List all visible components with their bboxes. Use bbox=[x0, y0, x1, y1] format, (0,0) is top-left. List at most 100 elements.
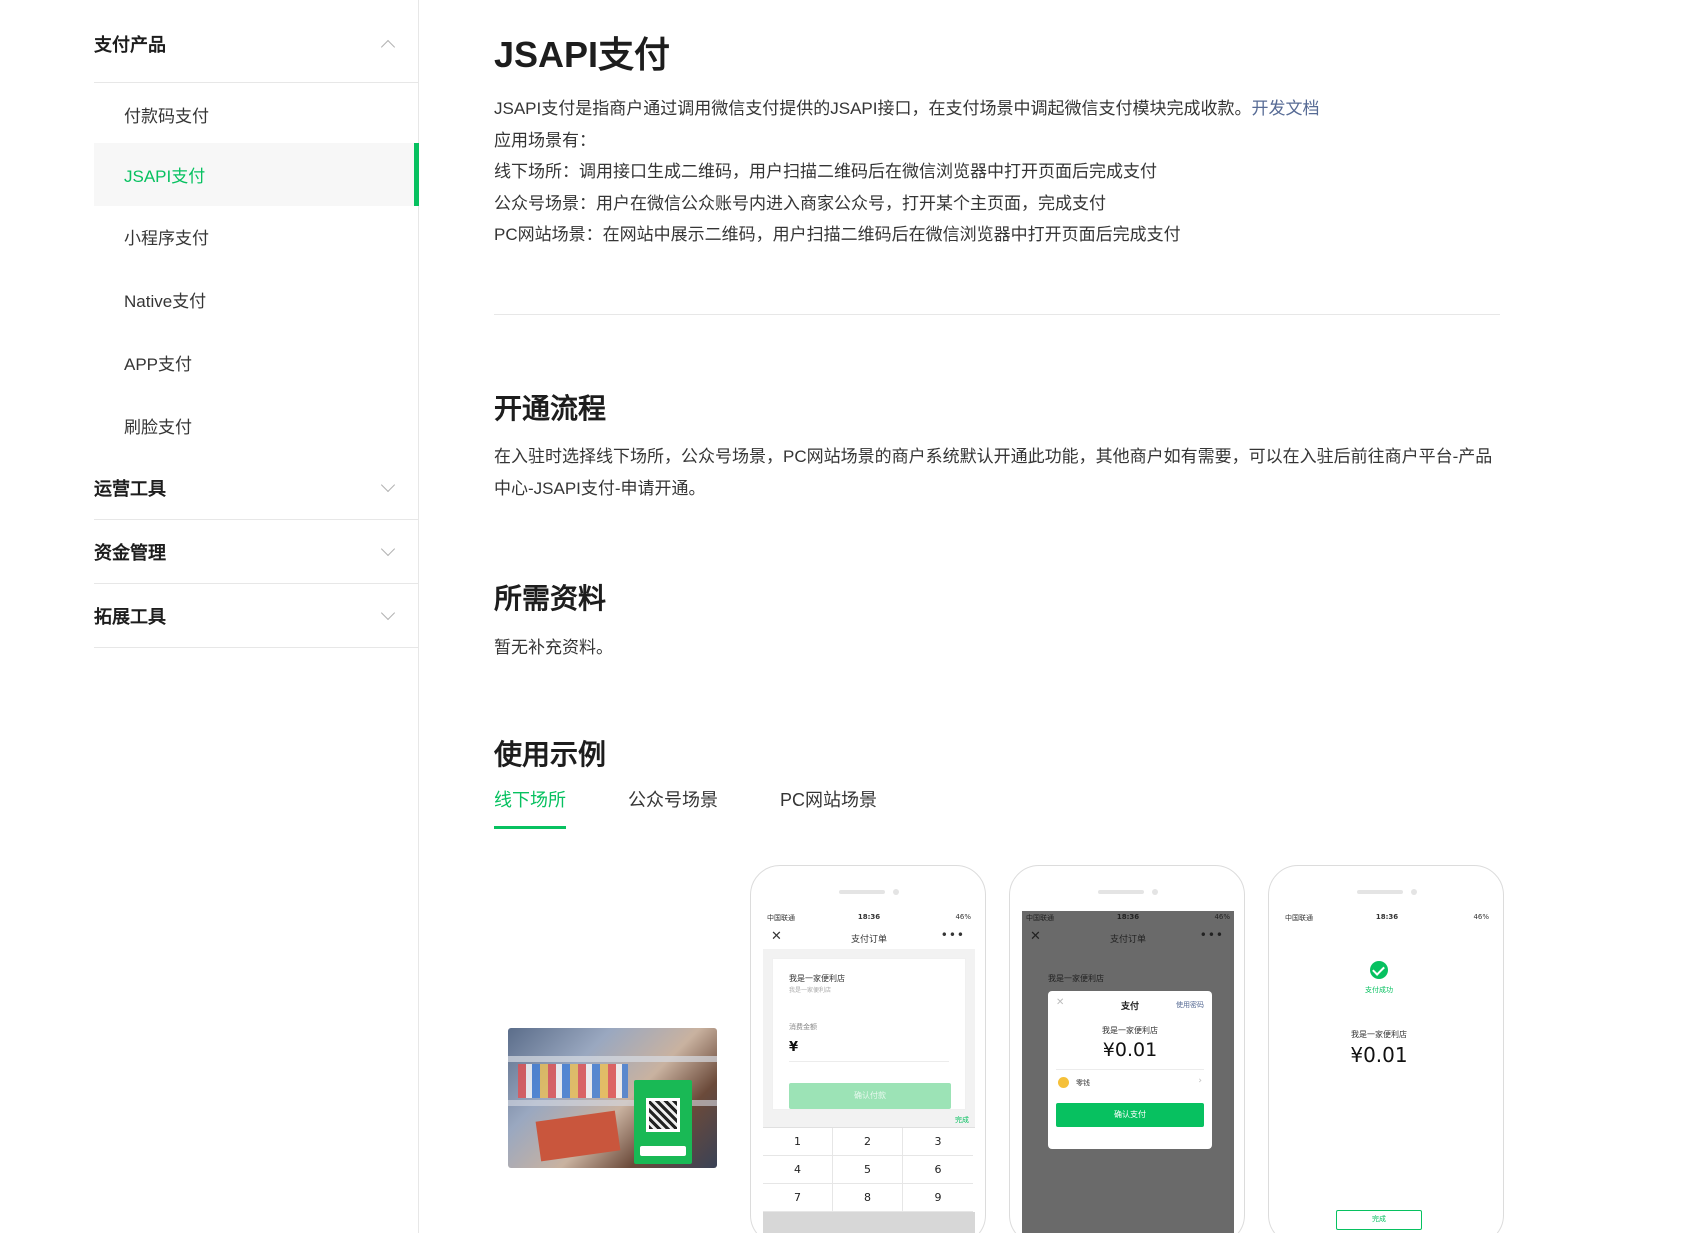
chevron-right-icon: › bbox=[1198, 1076, 1202, 1086]
status-bar: 中国联通 18:36 46% bbox=[1022, 911, 1234, 925]
amount-underline bbox=[789, 1061, 949, 1062]
phone-nav-bar: ✕ 支付订单 ••• bbox=[1022, 927, 1234, 949]
keypad-bottom-row bbox=[763, 1212, 975, 1233]
payment-modal: ✕ 支付 使用密码 我是一家便利店 ¥0.01 零钱 › 确认支付 bbox=[1048, 991, 1212, 1149]
sidebar-group-label: 拓展工具 bbox=[94, 607, 166, 627]
battery-text: 46% bbox=[955, 913, 971, 921]
sidebar-group-header[interactable]: 运营工具 bbox=[94, 457, 419, 520]
sidebar-item-native-pay[interactable]: Native支付 bbox=[94, 268, 419, 331]
shop-name: 我是一家便利店 bbox=[1048, 974, 1104, 983]
phone-screen: 中国联通 18:36 46% ✕ 支付订单 ••• 我是一家便利店 我是一家便利… bbox=[763, 911, 975, 1233]
scene-item: 线下场所：调用接口生成二维码，用户扫描二维码后在微信浏览器中打开页面后完成支付 bbox=[494, 162, 1157, 181]
phone-nav-bar: ✕ 支付订单 ••• bbox=[763, 927, 975, 949]
phone-screen: 中国联通 18:36 46% ✕ 支付订单 ••• 我是一家便利店 ✕ 支付 使… bbox=[1022, 911, 1234, 1233]
scene-item: 公众号场景：用户在微信公众账号内进入商家公众号，打开某个主页面，完成支付 bbox=[494, 193, 1106, 213]
status-bar: 中国联通 18:36 46% bbox=[1281, 911, 1493, 925]
chevron-down-icon bbox=[380, 541, 396, 557]
shelf-products bbox=[518, 1064, 628, 1098]
sidebar-group-label: 运营工具 bbox=[94, 479, 166, 499]
sidebar-item-face-pay[interactable]: 刷脸支付 bbox=[94, 394, 419, 457]
wechat-pay-label bbox=[640, 1146, 686, 1156]
phone-mockup-pay-modal: 中国联通 18:36 46% ✕ 支付订单 ••• 我是一家便利店 ✕ 支付 使… bbox=[1009, 865, 1245, 1233]
sidebar-item-label: Native支付 bbox=[124, 292, 207, 311]
page-title: JSAPI支付 bbox=[494, 34, 671, 75]
phone-camera bbox=[893, 889, 899, 895]
store-counter-photo bbox=[508, 1028, 717, 1168]
sidebar-group-extensions[interactable]: 拓展工具 bbox=[94, 585, 419, 648]
sidebar-nav: 支付产品 付款码支付 JSAPI支付 小程序支付 Native支付 APP支付 … bbox=[0, 0, 419, 1233]
examples-heading: 使用示例 bbox=[494, 739, 607, 770]
sidebar-item-jsapi-pay[interactable]: JSAPI支付 bbox=[94, 143, 419, 206]
coin-icon bbox=[1058, 1077, 1069, 1088]
sidebar-group-label: 资金管理 bbox=[94, 543, 166, 563]
sidebar-group-header[interactable]: 拓展工具 bbox=[94, 585, 419, 648]
chevron-down-icon bbox=[380, 477, 396, 493]
sidebar-group-products[interactable]: 支付产品 bbox=[94, 6, 419, 83]
phone-screen: 中国联通 18:36 46% 支付成功 我是一家便利店 ¥0.01 完成 bbox=[1281, 911, 1493, 1233]
success-check-icon bbox=[1370, 961, 1388, 979]
status-bar: 中国联通 18:36 46% bbox=[763, 911, 975, 925]
materials-heading: 所需资料 bbox=[494, 583, 607, 614]
phone-camera bbox=[1152, 889, 1158, 895]
qr-code-icon bbox=[646, 1098, 680, 1132]
modal-shop-name: 我是一家便利店 bbox=[1102, 1026, 1158, 1035]
keyboard-done-link: 完成 bbox=[955, 1116, 969, 1124]
tab-offline[interactable]: 线下场所 bbox=[494, 786, 566, 812]
phone-mockup-success: 中国联通 18:36 46% 支付成功 我是一家便利店 ¥0.01 完成 bbox=[1268, 865, 1504, 1233]
yen-symbol: ¥ bbox=[789, 1040, 799, 1055]
clock-text: 18:36 bbox=[857, 913, 881, 921]
shop-subtitle: 我是一家便利店 bbox=[789, 987, 832, 994]
clock-text: 18:36 bbox=[1375, 913, 1399, 921]
use-password-link: 使用密码 bbox=[1176, 1001, 1204, 1009]
example-tabs: 线下场所 公众号场景 PC网站场景 bbox=[494, 786, 1094, 830]
sidebar-group-operations[interactable]: 运营工具 bbox=[94, 457, 419, 520]
sidebar-group-header[interactable]: 资金管理 bbox=[94, 521, 419, 584]
sidebar-item-barcode-pay[interactable]: 付款码支付 bbox=[94, 83, 419, 146]
scenes-label: 应用场景有： bbox=[494, 130, 596, 150]
sidebar-item-app-pay[interactable]: APP支付 bbox=[94, 331, 419, 394]
modal-amount: ¥0.01 bbox=[1102, 1039, 1158, 1061]
sidebar-item-label: 付款码支付 bbox=[124, 107, 209, 126]
process-text: 在入驻时选择线下场所，公众号场景，PC网站场景的商户系统默认开通此功能，其他商户… bbox=[494, 447, 1493, 498]
sidebar-item-label: JSAPI支付 bbox=[124, 167, 206, 186]
intro-text: JSAPI支付是指商户通过调用微信支付提供的JSAPI接口，在支付场景中调起微信… bbox=[494, 99, 1252, 118]
keypad-key: 8 bbox=[833, 1184, 903, 1212]
sidebar-item-label: 小程序支付 bbox=[124, 229, 209, 248]
battery-text: 46% bbox=[1473, 913, 1489, 921]
sidebar-item-miniprogram-pay[interactable]: 小程序支付 bbox=[94, 205, 419, 268]
keypad-key: 4 bbox=[763, 1156, 833, 1184]
sidebar-group-funds[interactable]: 资金管理 bbox=[94, 521, 419, 584]
phone-camera bbox=[1411, 889, 1417, 895]
keypad-key: 5 bbox=[833, 1156, 903, 1184]
payment-method-label: 零钱 bbox=[1076, 1079, 1090, 1087]
battery-text: 46% bbox=[1214, 913, 1230, 921]
dev-docs-link[interactable]: 开发文档 bbox=[1251, 99, 1319, 118]
shop-name: 我是一家便利店 bbox=[1351, 1030, 1407, 1039]
shop-name: 我是一家便利店 bbox=[789, 974, 845, 983]
sidebar-group-label: 支付产品 bbox=[94, 35, 166, 55]
phone-speaker bbox=[1098, 890, 1144, 894]
materials-text: 暂无补充资料。 bbox=[494, 638, 613, 657]
clock-text: 18:36 bbox=[1116, 913, 1140, 921]
intro-line: JSAPI支付是指商户通过调用微信支付提供的JSAPI接口，在支付场景中调起微信… bbox=[494, 93, 1319, 125]
keypad-key: 9 bbox=[903, 1184, 973, 1212]
qr-code-stand bbox=[634, 1080, 692, 1164]
sidebar-item-label: APP支付 bbox=[124, 355, 193, 374]
sidebar-item-label: 刷脸支付 bbox=[124, 418, 192, 437]
keypad-key: 6 bbox=[903, 1156, 973, 1184]
active-tab-indicator bbox=[494, 826, 566, 829]
phone-speaker bbox=[1357, 890, 1403, 894]
tab-pc-website[interactable]: PC网站场景 bbox=[780, 786, 877, 812]
phone-speaker bbox=[839, 890, 885, 894]
keypad-key: 1 bbox=[763, 1128, 833, 1156]
more-icon: ••• bbox=[940, 928, 965, 942]
paid-amount: ¥0.01 bbox=[1350, 1043, 1408, 1067]
tab-official-account[interactable]: 公众号场景 bbox=[628, 786, 718, 812]
more-icon: ••• bbox=[1199, 928, 1224, 942]
shelf bbox=[508, 1056, 717, 1062]
intro-block: JSAPI支付是指商户通过调用微信支付提供的JSAPI接口，在支付场景中调起微信… bbox=[494, 93, 1319, 251]
section-divider bbox=[494, 314, 1500, 315]
sidebar-group-header[interactable]: 支付产品 bbox=[94, 6, 419, 83]
phone-mockup-order: 中国联通 18:36 46% ✕ 支付订单 ••• 我是一家便利店 我是一家便利… bbox=[750, 865, 986, 1233]
confirm-payment-button: 确认付款 bbox=[789, 1083, 951, 1109]
